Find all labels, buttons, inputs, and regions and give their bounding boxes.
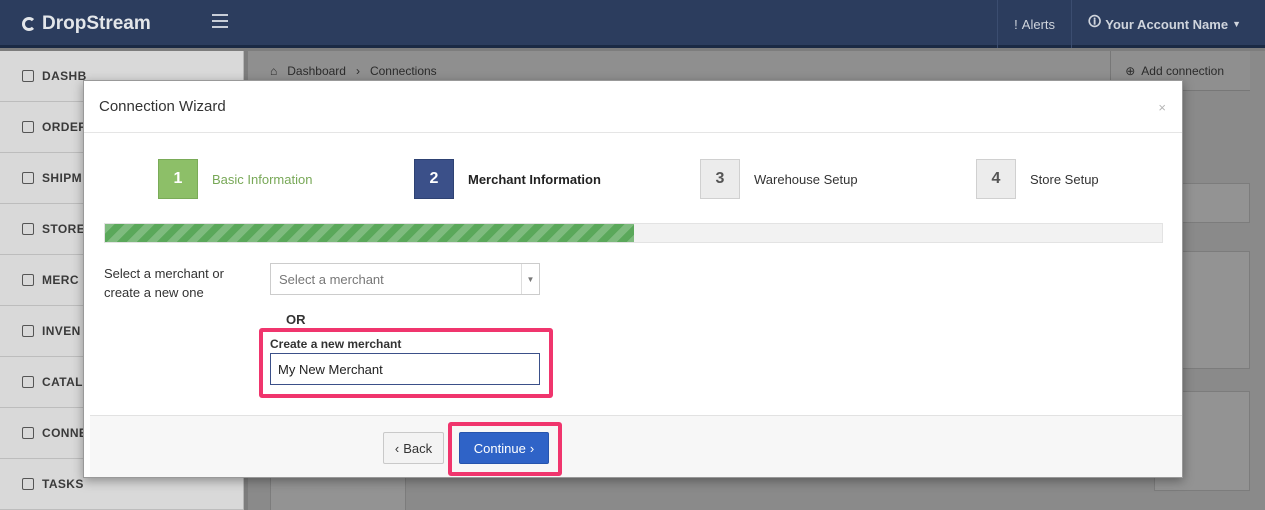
merchant-select-placeholder: Select a merchant	[279, 271, 384, 287]
or-divider-label: OR	[286, 312, 306, 327]
sidebar-item-label: ORDER	[42, 120, 88, 134]
book-icon	[22, 376, 34, 388]
modal-title: Connection Wizard	[99, 98, 226, 115]
sidebar-item-label: CATAL	[42, 375, 83, 389]
breadcrumb-trail: ⌂ Dashboard › Connections	[270, 64, 437, 78]
breadcrumb-current: Connections	[369, 64, 437, 78]
step-warehouse-setup[interactable]: 3 Warehouse Setup	[700, 159, 858, 199]
modal-header: Connection Wizard ×	[84, 81, 1182, 133]
new-merchant-input[interactable]	[270, 353, 540, 385]
sidebar-item-label: DASHB	[42, 69, 87, 83]
home-icon: ⌂	[270, 64, 278, 78]
menu-toggle-icon[interactable]	[212, 14, 228, 28]
sidebar-item-label: MERC	[42, 273, 79, 287]
wizard-progress-bar	[104, 223, 1163, 243]
exclamation-icon: !	[1014, 16, 1018, 32]
connection-wizard-modal: Connection Wizard × 1 Basic Information …	[83, 80, 1183, 478]
step-store-setup[interactable]: 4 Store Setup	[976, 159, 1099, 199]
navbar-right: ! Alerts 🛈 Your Account Name ▼	[997, 0, 1265, 48]
progress-fill	[105, 224, 634, 242]
sidebar-item-label: TASKS	[42, 477, 84, 491]
modal-footer: ‹ Back Continue ›	[90, 415, 1182, 477]
cart-icon	[22, 223, 34, 235]
sidebar-item-label: INVEN	[42, 324, 81, 338]
sidebar-item-label: SHIPM	[42, 171, 83, 185]
back-button-label: Back	[403, 440, 433, 456]
list-icon	[22, 478, 34, 490]
chevron-left-icon: ‹	[394, 440, 400, 456]
merchant-select[interactable]: Select a merchant ▼	[270, 263, 540, 295]
chevron-right-icon: ›	[529, 440, 535, 456]
plug-icon	[22, 427, 34, 439]
add-connection-label: Add connection	[1141, 64, 1224, 78]
step-merchant-information[interactable]: 2 Merchant Information	[414, 159, 601, 199]
alerts-label: Alerts	[1021, 16, 1056, 32]
user-icon: 🛈	[1088, 14, 1102, 29]
step-number: 1	[158, 159, 198, 199]
breadcrumb-dashboard[interactable]: Dashboard	[287, 64, 346, 78]
continue-button[interactable]: Continue ›	[459, 432, 549, 464]
inventory-icon	[22, 325, 34, 337]
dropstream-logo-icon	[22, 17, 36, 31]
back-button[interactable]: ‹ Back	[383, 432, 444, 464]
close-icon[interactable]: ×	[1158, 100, 1166, 115]
step-label: Warehouse Setup	[754, 171, 858, 187]
step-label: Basic Information	[212, 171, 313, 187]
new-merchant-label: Create a new merchant	[270, 337, 402, 351]
bag-icon	[22, 121, 34, 133]
plus-circle-icon: ⊕	[1125, 64, 1136, 78]
step-number: 3	[700, 159, 740, 199]
account-name: Your Account Name	[1105, 16, 1229, 32]
step-basic-information[interactable]: 1 Basic Information	[158, 159, 312, 199]
step-label: Store Setup	[1030, 171, 1099, 187]
truck-icon	[22, 172, 34, 184]
step-number: 2	[414, 159, 454, 199]
account-menu[interactable]: 🛈 Your Account Name ▼	[1071, 0, 1265, 48]
breadcrumb-separator: ›	[355, 64, 360, 78]
app-logo-text: DropStream	[42, 13, 151, 34]
caret-down-icon: ▼	[1232, 19, 1241, 29]
step-label: Merchant Information	[468, 171, 601, 187]
users-icon	[22, 274, 34, 286]
merchant-field-label: Select a merchant or create a new one	[104, 266, 224, 300]
sidebar-item-label: CONNE	[42, 426, 88, 440]
continue-button-label: Continue	[473, 440, 526, 456]
step-number: 4	[976, 159, 1016, 199]
home-icon	[22, 70, 34, 82]
sidebar-item-label: STORE	[42, 222, 86, 236]
chevron-down-icon: ▼	[521, 264, 539, 294]
wizard-steps: 1 Basic Information 2 Merchant Informati…	[84, 159, 1184, 199]
alerts-link[interactable]: ! Alerts	[997, 0, 1071, 48]
top-navbar: DropStream ! Alerts 🛈 Your Account Name …	[0, 0, 1265, 48]
app-logo[interactable]: DropStream	[22, 13, 151, 35]
